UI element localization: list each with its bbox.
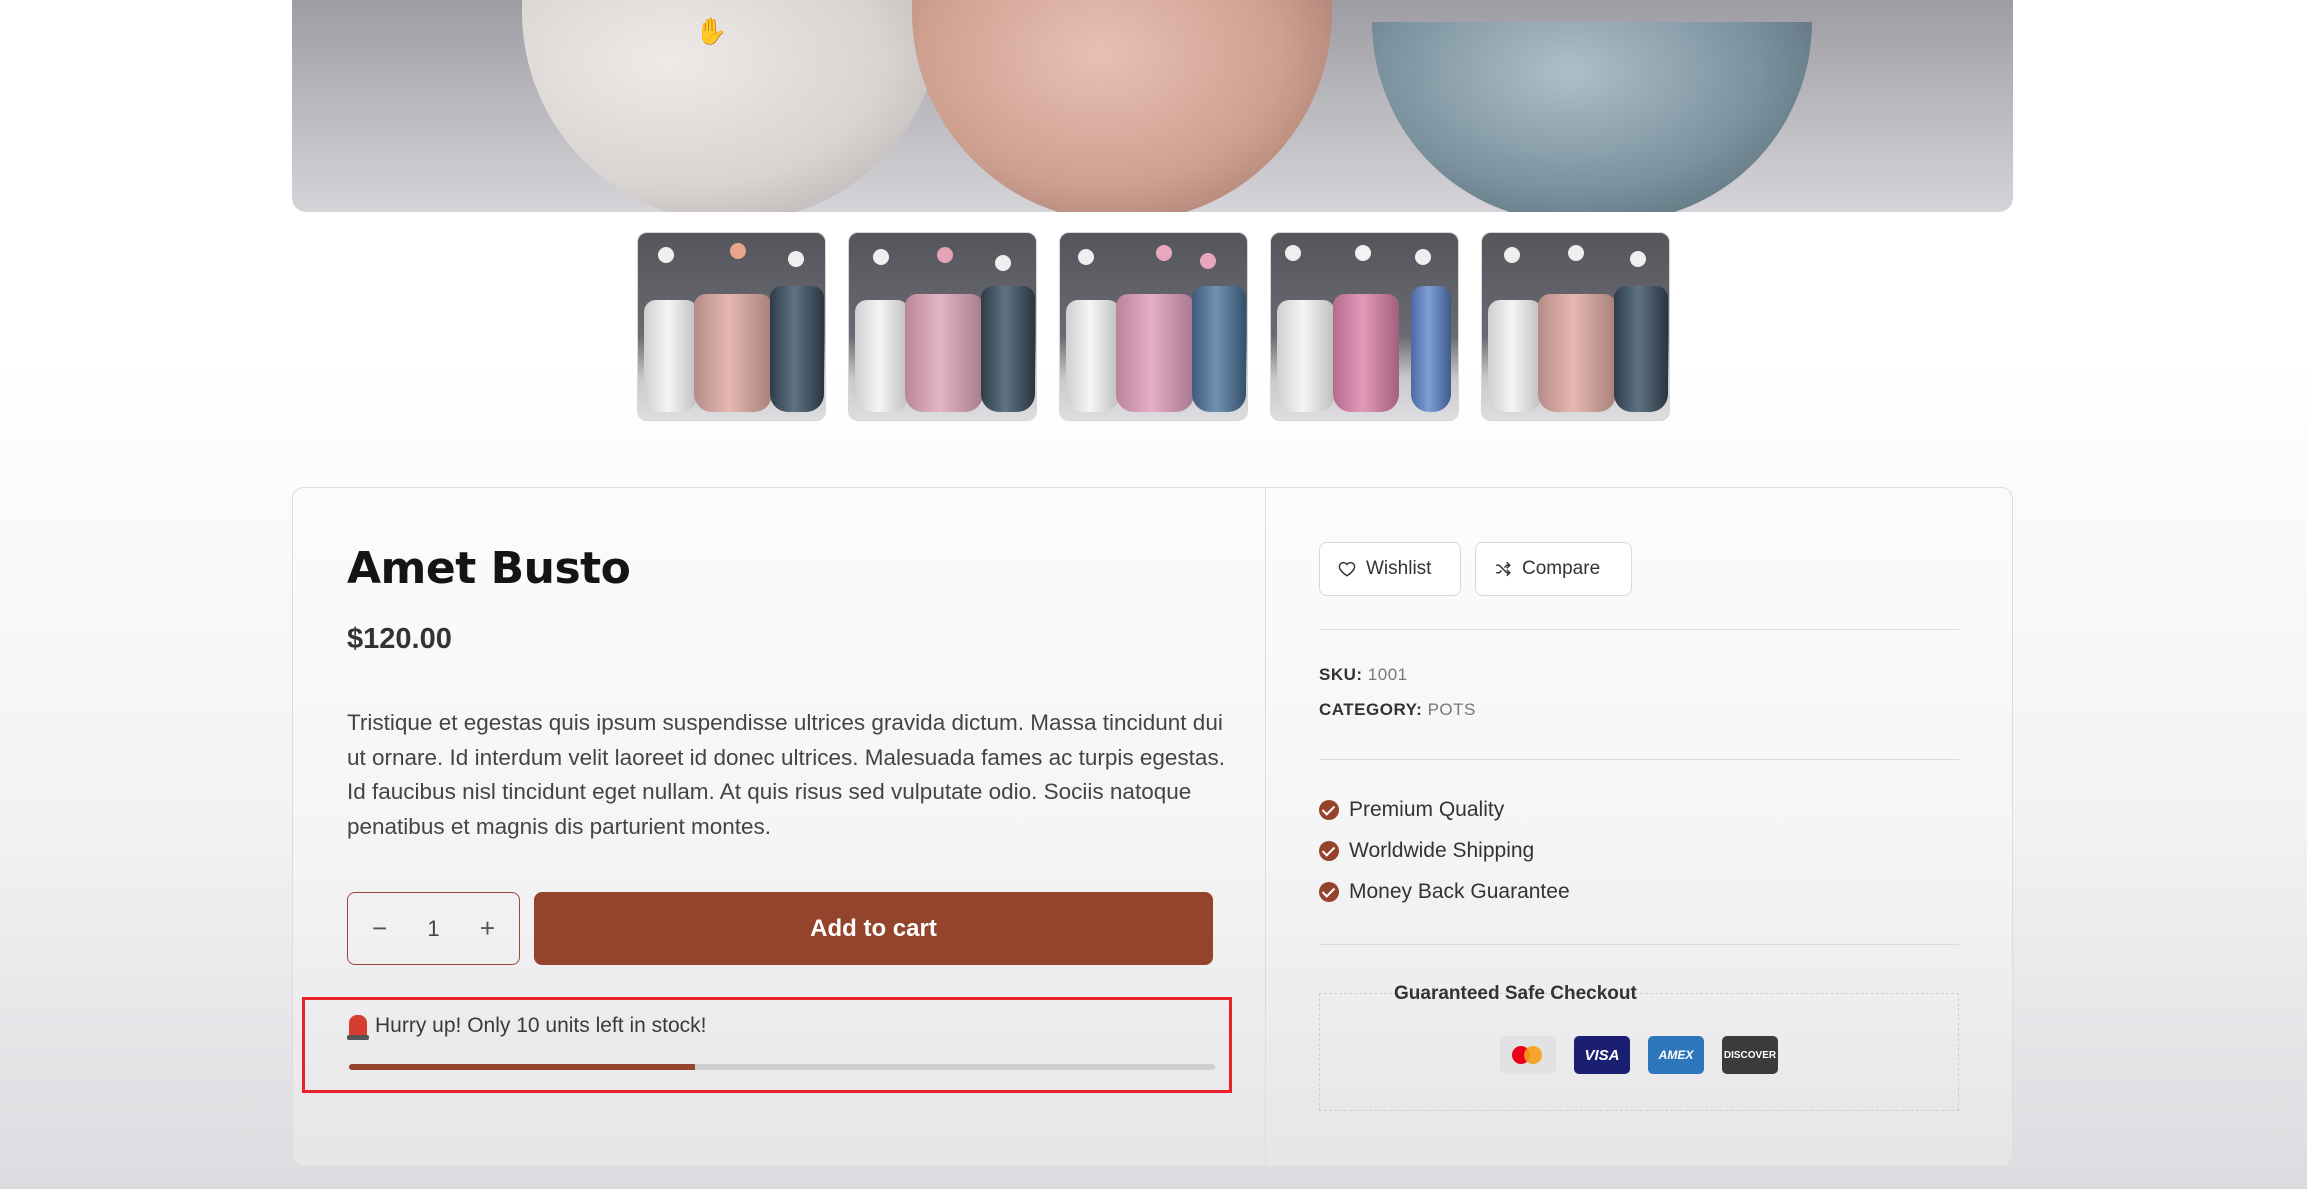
product-page: ✋ Amet Busto $120.00 Tristique et egesta…: [0, 0, 2307, 1189]
add-to-cart-button[interactable]: Add to cart: [534, 892, 1213, 965]
check-circle-icon: [1319, 882, 1339, 902]
feature-item: Money Back Guarantee: [1319, 880, 1570, 904]
thumbnail-1[interactable]: [637, 232, 826, 421]
amex-icon: AMEX: [1648, 1036, 1704, 1074]
category-line: CATEGORY: POTS: [1319, 700, 1476, 720]
white-vase-shape: [522, 0, 942, 212]
product-title: Amet Busto: [347, 543, 631, 594]
discover-icon: DISCOVER: [1722, 1036, 1778, 1074]
stock-progress-bar: [349, 1064, 1215, 1070]
decrease-quantity-button[interactable]: −: [372, 913, 387, 944]
feature-label: Worldwide Shipping: [1349, 839, 1535, 862]
thumbnail-3[interactable]: [1059, 232, 1248, 421]
category-value[interactable]: POTS: [1428, 700, 1476, 719]
compare-label: Compare: [1522, 558, 1601, 579]
compare-button[interactable]: Compare: [1475, 542, 1632, 596]
stock-progress-fill: [349, 1064, 696, 1070]
stock-message: Hurry up! Only 10 units left in stock!: [375, 1014, 707, 1037]
sku-value: 1001: [1367, 665, 1408, 684]
feature-label: Money Back Guarantee: [1349, 880, 1570, 903]
siren-icon: [347, 1015, 369, 1040]
thumbnail-2[interactable]: [848, 232, 1037, 421]
shuffle-icon: [1496, 561, 1511, 577]
feature-item: Premium Quality: [1319, 798, 1504, 822]
visa-icon: VISA: [1574, 1036, 1630, 1074]
divider: [1319, 759, 1959, 760]
hand-cursor-icon: ✋: [695, 16, 728, 46]
sku-label: SKU:: [1319, 665, 1363, 684]
increase-quantity-button[interactable]: +: [480, 913, 495, 944]
safe-checkout-box: Guaranteed Safe Checkout VISA AMEX DISCO…: [1319, 983, 1959, 1111]
product-details-card: Amet Busto $120.00 Tristique et egestas …: [292, 487, 2013, 1167]
thumbnail-4[interactable]: [1270, 232, 1459, 421]
stock-alert-highlight: Hurry up! Only 10 units left in stock!: [302, 997, 1232, 1093]
safe-checkout-title: Guaranteed Safe Checkout: [1394, 983, 1637, 1004]
stock-alert: Hurry up! Only 10 units left in stock!: [347, 1014, 707, 1040]
sku-line: SKU: 1001: [1319, 665, 1408, 685]
quantity-stepper: − 1 +: [347, 892, 520, 965]
wishlist-label: Wishlist: [1366, 558, 1432, 579]
column-divider: [1265, 488, 1266, 1166]
divider: [1319, 944, 1959, 945]
check-circle-icon: [1319, 841, 1339, 861]
product-price: $120.00: [347, 623, 452, 655]
check-circle-icon: [1319, 800, 1339, 820]
mastercard-icon: [1500, 1036, 1556, 1074]
divider: [1319, 629, 1959, 630]
category-label: CATEGORY:: [1319, 700, 1423, 719]
product-description: Tristique et egestas quis ipsum suspendi…: [347, 710, 1225, 839]
main-product-image[interactable]: ✋: [292, 0, 2013, 212]
heart-icon: [1338, 561, 1356, 577]
blue-vase-shape: [1372, 22, 1812, 212]
pink-vase-shape: [912, 0, 1332, 212]
wishlist-button[interactable]: Wishlist: [1319, 542, 1461, 596]
feature-label: Premium Quality: [1349, 798, 1505, 821]
thumbnail-gallery: [637, 232, 1670, 421]
thumbnail-5[interactable]: [1481, 232, 1670, 421]
quantity-value[interactable]: 1: [427, 916, 439, 942]
payment-methods: VISA AMEX DISCOVER: [1500, 1036, 1778, 1074]
feature-item: Worldwide Shipping: [1319, 839, 1534, 863]
